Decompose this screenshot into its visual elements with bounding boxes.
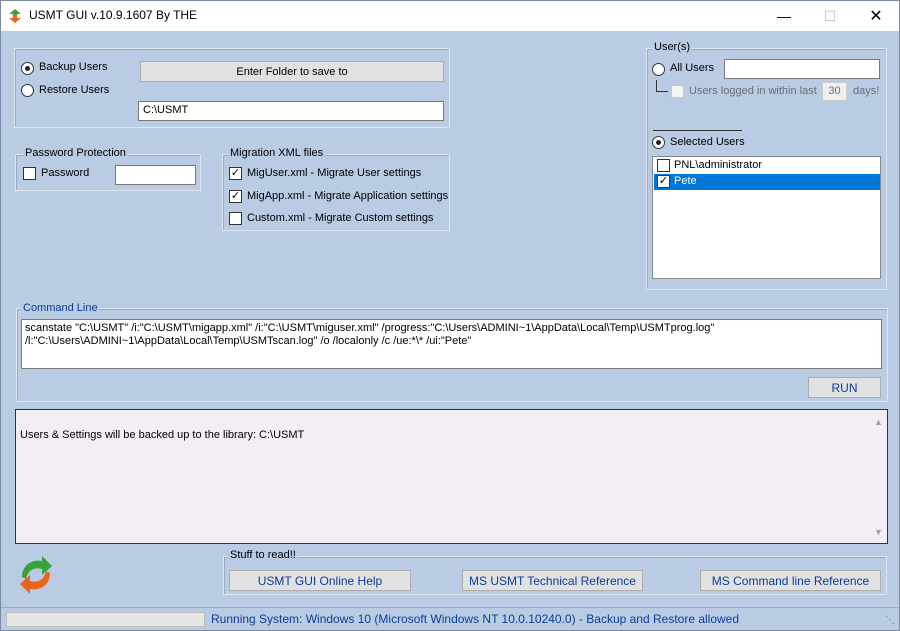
command-line-textbox[interactable]: scanstate "C:\USMT" /i:"C:\USMT\migapp.x… (21, 319, 882, 369)
restore-users-label[interactable]: Restore Users (39, 84, 109, 96)
close-icon: ✕ (869, 8, 883, 25)
password-checkbox-label[interactable]: Password (41, 167, 89, 179)
usmt-gui-help-button[interactable]: USMT GUI Online Help (229, 570, 411, 591)
miguser-checkbox[interactable]: ✓ (229, 167, 242, 180)
backup-users-radio[interactable] (21, 62, 34, 75)
ms-usmt-reference-button[interactable]: MS USMT Technical Reference (462, 570, 643, 591)
restore-users-radio[interactable] (21, 84, 34, 97)
all-users-label[interactable]: All Users (670, 62, 714, 74)
user-list-item[interactable]: PNL\administrator (654, 158, 880, 174)
all-users-radio[interactable] (652, 63, 665, 76)
log-scrollbar[interactable]: ▲ ▼ (870, 411, 887, 542)
users-group-label: User(s) (652, 41, 693, 53)
miguser-label[interactable]: MigUser.xml - Migrate User settings (247, 167, 421, 179)
days-label: days! (853, 85, 880, 97)
window-title: USMT GUI v.10.9.1607 By THE (29, 8, 198, 22)
title-bar: USMT GUI v.10.9.1607 By THE — ☐ ✕ (1, 1, 899, 31)
user-checkbox[interactable]: ✓ (657, 175, 670, 188)
log-output[interactable]: Users & Settings will be backed up to th… (15, 409, 888, 544)
migapp-checkbox[interactable]: ✓ (229, 190, 242, 203)
logged-in-checkbox[interactable] (671, 85, 684, 98)
log-text: Users & Settings will be backed up to th… (20, 429, 305, 441)
command-line-group-label: Command Line (21, 302, 100, 314)
scroll-up-icon[interactable]: ▲ (870, 413, 887, 430)
password-checkbox[interactable] (23, 167, 36, 180)
days-input[interactable]: 30 (822, 82, 847, 101)
main-window: USMT GUI v.10.9.1607 By THE — ☐ ✕ Backup… (0, 0, 900, 631)
backup-users-label[interactable]: Backup Users (39, 61, 107, 73)
status-text: Running System: Windows 10 (Microsoft Wi… (211, 612, 740, 626)
maximize-icon: ☐ (823, 7, 837, 24)
migration-group-label: Migration XML files (228, 147, 326, 159)
status-bar-divider (1, 607, 899, 608)
custom-xml-label[interactable]: Custom.xml - Migrate Custom settings (247, 212, 433, 224)
all-users-input[interactable] (724, 59, 880, 79)
custom-xml-checkbox[interactable] (229, 212, 242, 225)
progress-bar (6, 612, 205, 627)
selected-users-label[interactable]: Selected Users (670, 136, 745, 148)
folder-path-input[interactable]: C:\USMT (138, 101, 444, 121)
usmt-arrows-icon (9, 9, 21, 23)
user-name: PNL\administrator (674, 159, 763, 171)
password-input[interactable] (115, 165, 196, 185)
enter-folder-button[interactable]: Enter Folder to save to (140, 61, 444, 82)
selected-users-radio[interactable] (652, 136, 665, 149)
usmt-logo-icon (20, 556, 52, 594)
user-list-item-selected[interactable]: ✓ Pete (654, 174, 880, 190)
scroll-down-icon[interactable]: ▼ (870, 523, 887, 540)
minimize-icon: — (777, 8, 791, 24)
close-button[interactable]: ✕ (853, 1, 899, 31)
logged-in-label: Users logged in within last (689, 85, 817, 97)
tree-connector (656, 80, 668, 92)
users-separator (653, 130, 742, 131)
links-group-label: Stuff to read!! (228, 549, 298, 561)
users-listbox[interactable]: PNL\administrator ✓ Pete (652, 156, 881, 279)
user-name: Pete (674, 175, 697, 187)
user-checkbox[interactable] (657, 159, 670, 172)
resize-grip-icon[interactable]: ⋱ (885, 615, 897, 627)
migapp-label[interactable]: MigApp.xml - Migrate Application setting… (247, 190, 448, 202)
ms-command-line-reference-button[interactable]: MS Command line Reference (700, 570, 881, 591)
password-group-label: Password Protection (23, 147, 128, 159)
maximize-button[interactable]: ☐ (807, 1, 853, 31)
run-button[interactable]: RUN (808, 377, 881, 398)
minimize-button[interactable]: — (761, 1, 807, 31)
